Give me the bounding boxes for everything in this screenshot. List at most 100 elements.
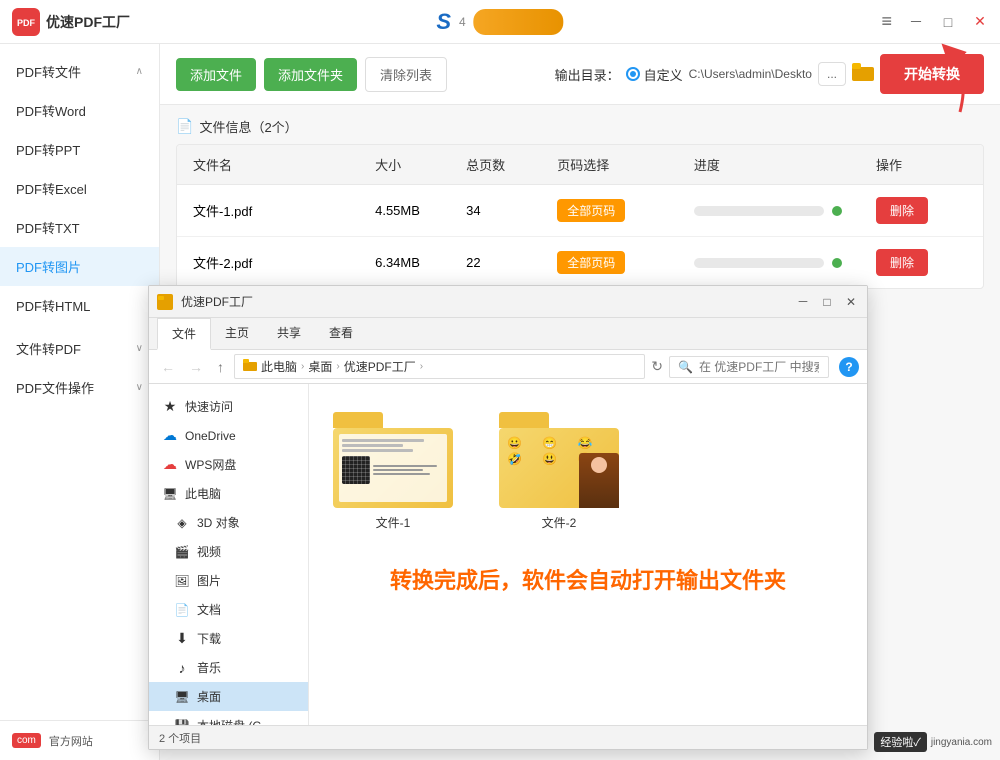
ribbon-tab-home[interactable]: 主页 <box>211 318 263 349</box>
table-row: 文件-1.pdf 4.55MB 34 全部页码 <box>177 185 983 237</box>
explorer-ribbon: 文件 主页 共享 查看 <box>149 318 867 350</box>
address-path[interactable]: 此电脑 › 桌面 › 优速PDF工厂 › <box>234 354 645 379</box>
sidebar-item-pdf-excel[interactable]: PDF转Excel <box>0 169 159 208</box>
explorer-statusbar: 2 个项目 <box>149 725 867 749</box>
svg-text:PDF: PDF <box>17 18 36 28</box>
3d-icon: ◈ <box>173 516 191 530</box>
chevron-up-icon: ∧ <box>136 66 143 77</box>
cell-filename: 文件-2.pdf <box>193 253 375 272</box>
nav-forward-button[interactable]: → <box>185 357 207 377</box>
start-convert-button[interactable]: 开始转换 <box>880 54 984 94</box>
chevron-down-icon: ∨ <box>136 343 143 354</box>
delete-button[interactable]: 删除 <box>876 249 928 276</box>
left-item-video[interactable]: 🎬 视频 <box>149 537 308 566</box>
left-item-thispc[interactable]: 🖥 此电脑 <box>149 479 308 508</box>
clear-list-button[interactable]: 清除列表 <box>365 57 447 92</box>
cell-page-select[interactable]: 全部页码 <box>557 199 694 222</box>
sidebar-item-pdf-word[interactable]: PDF转Word <box>0 91 159 130</box>
left-item-3d[interactable]: ◈ 3D 对象 <box>149 508 308 537</box>
left-item-disk-c[interactable]: 💾 本地磁盘 (C <box>149 711 308 725</box>
explorer-restore-button[interactable]: □ <box>819 294 835 310</box>
cell-pages: 34 <box>466 203 557 218</box>
sidebar-item-pdf-txt[interactable]: PDF转TXT <box>0 208 159 247</box>
folder-grid: 文件-1 😀 😁 😂 <box>325 400 851 539</box>
cell-page-select[interactable]: 全部页码 <box>557 251 694 274</box>
video-icon: 🎬 <box>173 545 191 559</box>
sidebar-item-pdf-html[interactable]: PDF转HTML <box>0 286 159 325</box>
folder-item-1[interactable]: 文件-1 <box>325 400 461 539</box>
left-item-desktop[interactable]: 🖥 桌面 <box>149 682 308 711</box>
left-item-docs[interactable]: 📄 文档 <box>149 595 308 624</box>
search-input[interactable] <box>699 360 819 374</box>
explorer-minimize-button[interactable]: － <box>795 294 811 310</box>
left-item-onedrive[interactable]: ☁ OneDrive <box>149 421 308 450</box>
doc-icon: 📄 <box>173 603 191 617</box>
left-item-quick-access[interactable]: ★ 快速访问 <box>149 392 308 421</box>
explorer-addressbar: ← → ↑ 此电脑 › 桌面 › 优速PDF工厂 › ↻ 🔍 ? <box>149 350 867 384</box>
sidebar-item-pdf-ppt[interactable]: PDF转PPT <box>0 130 159 169</box>
more-button[interactable]: ... <box>818 62 846 86</box>
table-row: 文件-2.pdf 6.34MB 22 全部页码 <box>177 237 983 288</box>
folder-item-2[interactable]: 😀 😁 😂 🤣 😃 😄 <box>491 400 627 539</box>
left-item-music[interactable]: ♪ 音乐 <box>149 653 308 682</box>
refresh-button[interactable]: ↻ <box>651 358 663 375</box>
sidebar-group-label: 文件转PDF <box>16 339 81 358</box>
sidebar-group-pdf-operations[interactable]: PDF文件操作 ∨ <box>0 368 159 407</box>
nav-up-button[interactable]: ↑ <box>213 357 228 377</box>
file-table: 文件名 大小 总页数 页码选择 进度 操作 文件-1.pdf 4.55MB 34… <box>176 144 984 289</box>
left-item-pictures[interactable]: 🖼 图片 <box>149 566 308 595</box>
explorer-files-area: 文件-1 😀 😁 😂 <box>309 384 867 725</box>
path-part-desktop: 桌面 <box>308 358 332 375</box>
left-item-label: 音乐 <box>197 659 221 676</box>
path-chevron-icon: › <box>301 361 304 372</box>
left-item-downloads[interactable]: ⬇ 下载 <box>149 624 308 653</box>
maximize-button[interactable]: □ <box>940 14 956 30</box>
left-item-wps[interactable]: ☁ WPS网盘 <box>149 450 308 479</box>
ribbon-tab-share[interactable]: 共享 <box>263 318 315 349</box>
output-label: 输出目录： <box>555 65 620 84</box>
close-button[interactable]: ✕ <box>972 14 988 30</box>
sidebar-group-label: PDF转文件 <box>16 62 81 81</box>
left-item-label: 视频 <box>197 543 221 560</box>
search-box[interactable]: 🔍 <box>669 356 829 378</box>
sidebar-group-pdf-to-file[interactable]: PDF转文件 ∧ <box>0 52 159 91</box>
file-section: 📄 文件信息（2个） 文件名 大小 总页数 页码选择 进度 操作 文件-1.pd… <box>160 105 1000 289</box>
s-icon: S <box>436 9 451 35</box>
radio-custom[interactable] <box>626 67 640 81</box>
open-folder-button[interactable] <box>852 63 874 86</box>
file-section-icon: 📄 <box>176 118 193 135</box>
chevron-down-icon: ∨ <box>136 382 143 393</box>
folder-icon-sm <box>243 359 257 374</box>
ribbon-tabs: 文件 主页 共享 查看 <box>149 318 867 349</box>
menu-icon[interactable]: ≡ <box>881 11 892 32</box>
col-progress: 进度 <box>694 155 876 174</box>
app-logo: PDF 优速PDF工厂 <box>12 8 130 36</box>
output-radio[interactable]: 自定义 <box>626 65 683 84</box>
logo-icon: PDF <box>12 8 40 36</box>
ribbon-tab-view[interactable]: 查看 <box>315 318 367 349</box>
page-badge[interactable]: 全部页码 <box>557 251 625 274</box>
folder-name-1: 文件-1 <box>376 514 411 531</box>
output-dir: 输出目录： 自定义 C:\Users\admin\Deskto ... 开始转换 <box>555 54 984 94</box>
ribbon-tab-file[interactable]: 文件 <box>157 318 211 350</box>
left-item-label: 文档 <box>197 601 221 618</box>
help-button[interactable]: ? <box>839 357 859 377</box>
delete-button[interactable]: 删除 <box>876 197 928 224</box>
page-badge[interactable]: 全部页码 <box>557 199 625 222</box>
sidebar-group-file-to-pdf[interactable]: 文件转PDF ∨ <box>0 329 159 368</box>
explorer-close-button[interactable]: ✕ <box>843 294 859 310</box>
star-icon: ★ <box>161 398 179 415</box>
cell-progress <box>694 258 876 268</box>
add-folder-button[interactable]: 添加文件夹 <box>264 58 357 91</box>
nav-back-button[interactable]: ← <box>157 357 179 377</box>
add-file-button[interactable]: 添加文件 <box>176 58 256 91</box>
path-chevron-icon: › <box>336 361 339 372</box>
website-label[interactable]: 官方网站 <box>49 733 93 749</box>
sidebar-item-pdf-image[interactable]: PDF转图片 <box>0 247 159 286</box>
path-part-pc: 此电脑 <box>261 358 297 375</box>
website-badge: com <box>12 733 41 748</box>
minimize-button[interactable]: － <box>908 14 924 30</box>
gift-button[interactable] <box>474 9 564 35</box>
explorer-body: ★ 快速访问 ☁ OneDrive ☁ WPS网盘 🖥 此电脑 ◈ 3D 对象 … <box>149 384 867 725</box>
cell-size: 6.34MB <box>375 255 466 270</box>
